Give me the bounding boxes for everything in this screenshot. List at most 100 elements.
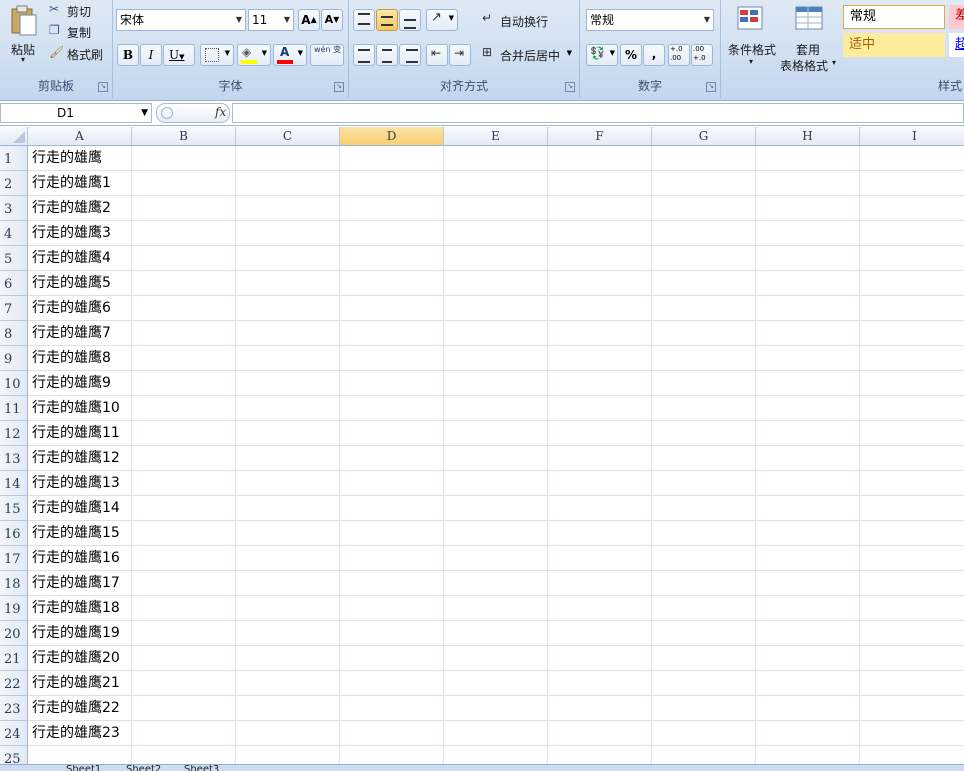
row-header[interactable]: 21 — [0, 646, 28, 671]
style-hyperlink-cell[interactable]: 超 — [949, 33, 964, 57]
cell-a[interactable]: 行走的雄鹰18 — [32, 596, 120, 621]
style-normal-cell[interactable]: 常规 — [843, 5, 945, 29]
bold-button[interactable]: B — [117, 44, 139, 66]
row-header[interactable]: 8 — [0, 321, 28, 346]
column-header[interactable]: D — [340, 127, 444, 145]
grow-font-button[interactable]: A▲ — [298, 9, 320, 31]
shrink-font-button[interactable]: A▼ — [321, 9, 343, 31]
dialog-launcher-icon[interactable]: ↘ — [98, 82, 108, 92]
row-cells[interactable]: 行走的雄鹰16 — [28, 546, 964, 571]
decrease-indent-button[interactable]: ⇤ — [426, 44, 448, 66]
increase-decimal-button[interactable]: +.0 .00 — [668, 44, 690, 66]
row-header[interactable]: 19 — [0, 596, 28, 621]
cell-a[interactable]: 行走的雄鹰16 — [32, 546, 120, 571]
row-header[interactable]: 15 — [0, 496, 28, 521]
row-cells[interactable]: 行走的雄鹰12 — [28, 446, 964, 471]
dialog-launcher-icon[interactable]: ↘ — [706, 82, 716, 92]
cell-a[interactable]: 行走的雄鹰17 — [32, 571, 120, 596]
cell-a[interactable]: 行走的雄鹰22 — [32, 696, 120, 721]
row-header[interactable]: 5 — [0, 246, 28, 271]
row-header[interactable]: 1 — [0, 146, 28, 171]
cell-a[interactable]: 行走的雄鹰13 — [32, 471, 120, 496]
row-cells[interactable]: 行走的雄鹰21 — [28, 671, 964, 696]
select-all-button[interactable] — [0, 127, 28, 145]
name-box[interactable]: D1 ▼ — [0, 103, 152, 123]
comma-button[interactable]: , — [643, 44, 665, 66]
row-header[interactable]: 13 — [0, 446, 28, 471]
sheet-tab-2[interactable]: Sheet2 — [126, 765, 161, 771]
align-left-button[interactable] — [353, 44, 375, 66]
row-header[interactable]: 10 — [0, 371, 28, 396]
column-header[interactable]: B — [132, 127, 236, 145]
cell-a[interactable]: 行走的雄鹰15 — [32, 521, 120, 546]
row-header[interactable]: 6 — [0, 271, 28, 296]
row-cells[interactable] — [28, 746, 964, 764]
row-header[interactable]: 17 — [0, 546, 28, 571]
row-cells[interactable]: 行走的雄鹰15 — [28, 521, 964, 546]
row-header[interactable]: 2 — [0, 171, 28, 196]
row-cells[interactable]: 行走的雄鹰6 — [28, 296, 964, 321]
row-cells[interactable]: 行走的雄鹰8 — [28, 346, 964, 371]
style-neutral-cell[interactable]: 适中 — [843, 33, 945, 57]
row-header[interactable]: 20 — [0, 621, 28, 646]
row-header[interactable]: 24 — [0, 721, 28, 746]
row-cells[interactable]: 行走的雄鹰13 — [28, 471, 964, 496]
orientation-button[interactable]: ↗ ▼ — [426, 9, 458, 31]
row-header[interactable]: 11 — [0, 396, 28, 421]
row-cells[interactable]: 行走的雄鹰2 — [28, 196, 964, 221]
column-header[interactable]: A — [28, 127, 132, 145]
sheet-tab-3[interactable]: Sheet3 — [184, 765, 219, 771]
cell-a[interactable]: 行走的雄鹰8 — [32, 346, 111, 371]
column-header[interactable]: H — [756, 127, 860, 145]
conditional-format-button[interactable]: 条件格式 ▾ — [723, 2, 779, 72]
borders-button[interactable]: ▼ — [200, 44, 234, 66]
row-header[interactable]: 4 — [0, 221, 28, 246]
row-cells[interactable]: 行走的雄鹰7 — [28, 321, 964, 346]
font-color-button[interactable]: A ▼ — [273, 44, 307, 66]
underline-button[interactable]: U▼ — [163, 44, 195, 66]
font-name-select[interactable]: 宋体 ▼ — [116, 9, 246, 31]
row-cells[interactable]: 行走的雄鹰22 — [28, 696, 964, 721]
row-cells[interactable]: 行走的雄鹰4 — [28, 246, 964, 271]
cell-a[interactable]: 行走的雄鹰1 — [32, 171, 111, 196]
format-painter-button[interactable]: 🖌 格式刷 — [46, 44, 108, 62]
row-cells[interactable]: 行走的雄鹰3 — [28, 221, 964, 246]
cell-a[interactable]: 行走的雄鹰4 — [32, 246, 111, 271]
cell-a[interactable]: 行走的雄鹰2 — [32, 196, 111, 221]
column-header[interactable]: I — [860, 127, 964, 145]
cell-a[interactable]: 行走的雄鹰3 — [32, 221, 111, 246]
phonetic-button[interactable]: wén 变 — [310, 44, 344, 66]
row-cells[interactable]: 行走的雄鹰 — [28, 146, 964, 171]
format-as-table-button[interactable]: 套用 表格格式 ▾ — [779, 2, 841, 73]
row-cells[interactable]: 行走的雄鹰18 — [28, 596, 964, 621]
cell-a[interactable]: 行走的雄鹰10 — [32, 396, 120, 421]
copy-button[interactable]: ❐ 复制 — [46, 22, 106, 40]
cell-a[interactable]: 行走的雄鹰5 — [32, 271, 111, 296]
cell-a[interactable]: 行走的雄鹰9 — [32, 371, 111, 396]
column-header[interactable]: E — [444, 127, 548, 145]
percent-button[interactable]: % — [620, 44, 642, 66]
row-header[interactable]: 7 — [0, 296, 28, 321]
cell-a[interactable]: 行走的雄鹰12 — [32, 446, 120, 471]
row-header[interactable]: 18 — [0, 571, 28, 596]
row-header[interactable]: 25 — [0, 746, 28, 764]
row-header[interactable]: 22 — [0, 671, 28, 696]
cell-a[interactable]: 行走的雄鹰21 — [32, 671, 120, 696]
align-center-button[interactable] — [376, 44, 398, 66]
formula-input[interactable] — [232, 103, 964, 123]
decrease-decimal-button[interactable]: .00 +.0 — [691, 44, 713, 66]
cut-button[interactable]: ✂ 剪切 — [46, 1, 106, 19]
row-cells[interactable]: 行走的雄鹰23 — [28, 721, 964, 746]
fill-color-button[interactable]: ◈ ▼ — [237, 44, 271, 66]
dialog-launcher-icon[interactable]: ↘ — [334, 82, 344, 92]
cell-a[interactable]: 行走的雄鹰 — [32, 146, 102, 171]
row-cells[interactable]: 行走的雄鹰9 — [28, 371, 964, 396]
row-cells[interactable]: 行走的雄鹰17 — [28, 571, 964, 596]
row-cells[interactable]: 行走的雄鹰11 — [28, 421, 964, 446]
row-cells[interactable]: 行走的雄鹰14 — [28, 496, 964, 521]
dialog-launcher-icon[interactable]: ↘ — [565, 82, 575, 92]
column-header[interactable]: C — [236, 127, 340, 145]
column-header[interactable]: G — [652, 127, 756, 145]
cell-a[interactable]: 行走的雄鹰6 — [32, 296, 111, 321]
row-cells[interactable]: 行走的雄鹰10 — [28, 396, 964, 421]
